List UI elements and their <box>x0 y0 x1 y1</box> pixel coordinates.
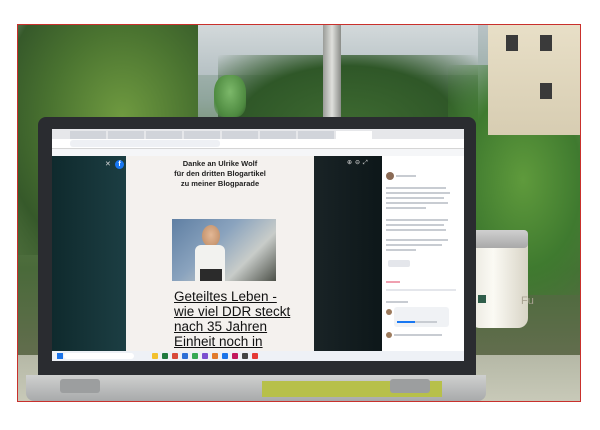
browser-tab-bar <box>52 129 464 139</box>
comment-avatar[interactable] <box>386 332 392 338</box>
app-icon[interactable] <box>192 353 198 359</box>
post-text-line <box>386 192 450 194</box>
avatar[interactable] <box>386 172 394 180</box>
photo-border: Fu ✕ f ⊕⊖⤢ Danke an Ulrike Wolf für den … <box>17 24 581 402</box>
browser-tab[interactable] <box>146 131 182 139</box>
post-text-line <box>386 197 444 199</box>
post-text-line <box>386 244 442 246</box>
child-legs <box>200 269 222 281</box>
post-text-line <box>386 229 446 231</box>
pole <box>323 25 341 120</box>
comment-avatar[interactable] <box>386 309 392 315</box>
app-icon[interactable] <box>172 353 178 359</box>
browser-tab[interactable] <box>260 131 296 139</box>
post-text-line <box>386 219 448 221</box>
photograph: Fu ✕ f ⊕⊖⤢ Danke an Ulrike Wolf für den … <box>18 25 580 401</box>
jar-logo-icon <box>478 295 486 303</box>
bookmarks-bar <box>52 149 464 156</box>
comments-filter[interactable] <box>386 301 408 303</box>
file-explorer-icon[interactable] <box>152 353 158 359</box>
post-header: Danke an Ulrike Wolf für den dritten Blo… <box>126 159 314 189</box>
app-icon[interactable] <box>232 353 238 359</box>
app-icon[interactable] <box>242 353 248 359</box>
author-name[interactable] <box>396 175 416 177</box>
post-text-line <box>386 207 426 209</box>
browser-tab[interactable] <box>222 131 258 139</box>
photo-frame: Fu ✕ f ⊕⊖⤢ Danke an Ulrike Wolf für den … <box>0 0 600 430</box>
app-icon[interactable] <box>222 353 228 359</box>
app-icon[interactable] <box>182 353 188 359</box>
app-icon[interactable] <box>202 353 208 359</box>
zoom-icons[interactable]: ⊕⊖⤢ <box>347 159 371 167</box>
post-text-line <box>386 224 444 226</box>
building-window <box>540 35 552 51</box>
viewer-backdrop-right <box>314 156 382 351</box>
app-icon[interactable] <box>252 353 258 359</box>
child-face <box>202 225 220 247</box>
close-icon[interactable]: ✕ <box>105 160 111 169</box>
translate-button[interactable] <box>388 260 410 267</box>
link-preview-bar-fill <box>397 321 415 323</box>
taskbar-search[interactable] <box>64 353 134 359</box>
building <box>488 25 580 135</box>
jar-label: Fu <box>521 295 534 307</box>
facebook-icon[interactable]: f <box>115 160 124 169</box>
jar-lid <box>470 230 528 248</box>
browser-tab[interactable] <box>298 131 334 139</box>
browser-tab[interactable] <box>70 131 106 139</box>
building-window <box>506 35 518 51</box>
post-text-line <box>386 249 416 251</box>
url-field[interactable] <box>70 140 220 147</box>
post-text-line <box>386 187 446 189</box>
dragon-figurine <box>214 75 246 117</box>
post-header-line: zu meiner Blogparade <box>180 179 260 188</box>
post-text-line <box>386 202 448 204</box>
laptop-hinge-left <box>60 379 100 393</box>
comment-bubble <box>394 307 449 327</box>
browser-tab[interactable] <box>184 131 220 139</box>
reactions[interactable] <box>386 281 400 283</box>
building-window <box>540 83 552 99</box>
post-header-line: für den dritten Blogartikel <box>174 169 266 178</box>
browser-tab-active[interactable] <box>336 131 372 139</box>
laptop-screen: ✕ f ⊕⊖⤢ Danke an Ulrike Wolf für den dri… <box>52 129 464 361</box>
windows-icon[interactable] <box>57 353 63 359</box>
app-icon[interactable] <box>162 353 168 359</box>
app-icon[interactable] <box>212 353 218 359</box>
comment-text-line <box>394 334 442 336</box>
laptop-hinge-right <box>390 379 430 393</box>
browser-tab[interactable] <box>108 131 144 139</box>
post-text-line <box>386 239 448 241</box>
viewer-backdrop-left <box>52 156 126 351</box>
post-header-line: Danke an Ulrike Wolf <box>182 159 258 168</box>
actions-divider <box>386 289 456 291</box>
